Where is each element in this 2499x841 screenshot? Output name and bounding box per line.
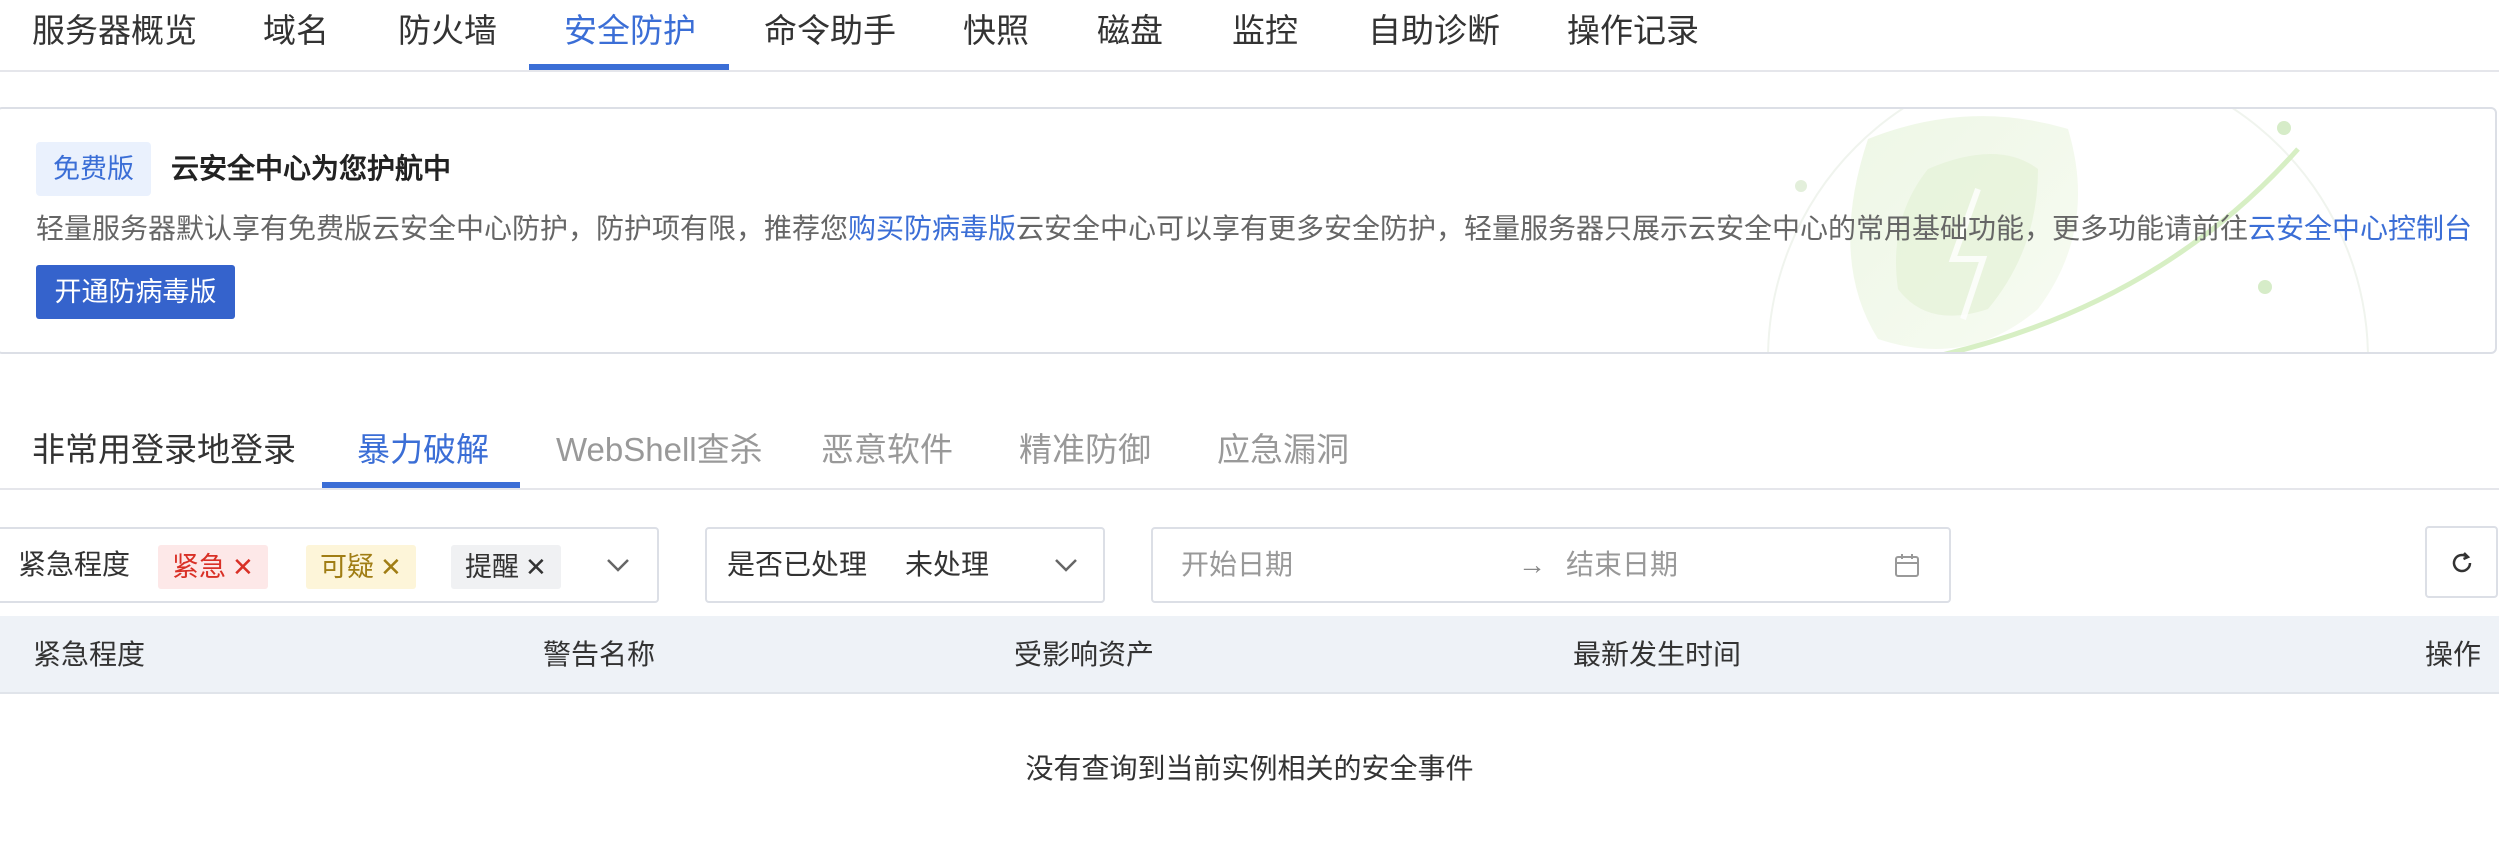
promo-desc-part-1: 轻量服务器默认享有免费版云安全中心防护，防护项有限，推荐您 [36,213,849,244]
sub-tab-brute-force[interactable]: 暴力破解 [357,408,489,488]
tab-disk[interactable]: 磁盘 [1097,0,1163,70]
security-promo-card: 免费版 云安全中心为您护航中 轻量服务器默认享有免费版云安全中心防护，防护项有限… [0,107,2497,354]
tag-suspicious: 可疑 ✕ [306,545,416,589]
tab-self-diagnosis[interactable]: 自助诊断 [1368,0,1500,70]
tag-reminder: 提醒 ✕ [451,545,561,589]
calendar-icon[interactable] [1893,551,1921,579]
close-icon[interactable]: ✕ [232,552,254,582]
security-console-link[interactable]: 云安全中心控制台 [2248,213,2472,244]
column-header-alert-name: 警告名称 [543,639,656,670]
security-sub-tabs: 非常用登录地登录 暴力破解 WebShell查杀 恶意软件 精准防御 应急漏洞 [0,408,2499,490]
column-header-urgency: 紧急程度 [33,639,146,670]
end-date-input[interactable]: 结束日期 [1566,529,1678,601]
date-range-picker[interactable]: 开始日期 → 结束日期 [1151,527,1951,603]
tag-reminder-label: 提醒 [465,552,519,582]
sub-tab-webshell[interactable]: WebShell查杀 [556,408,763,488]
tab-command-assistant[interactable]: 命令助手 [764,0,896,70]
top-tabs: 服务器概览 域名 防火墙 安全防护 命令助手 快照 磁盘 监控 自助诊断 操作记… [0,0,2499,72]
enable-antivirus-button[interactable]: 开通防病毒版 [36,265,235,319]
tab-snapshot[interactable]: 快照 [963,0,1029,70]
tag-urgent-label: 紧急 [172,552,226,582]
column-header-actions: 操作 [2425,639,2482,670]
promo-description: 轻量服务器默认享有免费版云安全中心防护，防护项有限，推荐您购买防病毒版云安全中心… [36,204,2472,254]
events-table-header: 紧急程度 警告名称 受影响资产 最新发生时间 操作 [0,616,2499,694]
active-sub-tab-indicator [322,482,520,488]
processed-filter-label: 是否已处理 [727,549,868,580]
chevron-down-icon[interactable] [604,551,632,579]
tab-server-overview[interactable]: 服务器概览 [32,0,197,70]
promo-title: 云安全中心为您护航中 [171,153,452,184]
close-icon[interactable]: ✕ [380,552,402,582]
buy-antivirus-link[interactable]: 购买防病毒版 [848,213,1016,244]
refresh-icon [2452,552,2472,573]
tab-monitor[interactable]: 监控 [1232,0,1298,70]
processed-filter-select[interactable]: 是否已处理 未处理 [705,527,1105,603]
refresh-button[interactable] [2425,526,2498,598]
tab-domain[interactable]: 域名 [263,0,329,70]
promo-desc-part-2: 云安全中心可以享有更多安全防护，轻量服务器只展示云安全中心的常用基础功能，更多功… [1016,213,2249,244]
processed-filter-value: 未处理 [905,549,990,580]
chevron-down-icon[interactable] [1052,551,1080,579]
urgency-filter-select[interactable]: 紧急程度 紧急 ✕ 可疑 ✕ 提醒 ✕ [0,527,659,603]
date-range-arrow: → [1518,549,1546,580]
active-tab-indicator [529,64,729,70]
sub-tab-unusual-login[interactable]: 非常用登录地登录 [32,408,296,488]
sub-tab-precise-defense[interactable]: 精准防御 [1019,408,1151,488]
tag-suspicious-label: 可疑 [320,552,374,582]
column-header-affected-asset: 受影响资产 [1014,639,1155,670]
urgency-filter-label: 紧急程度 [18,549,131,580]
sub-tab-emergency-vuln[interactable]: 应急漏洞 [1217,408,1349,488]
sub-tab-malware[interactable]: 恶意软件 [821,408,953,488]
tab-firewall[interactable]: 防火墙 [398,0,497,70]
close-icon[interactable]: ✕ [525,552,547,582]
tab-operation-log[interactable]: 操作记录 [1567,0,1699,70]
free-edition-badge: 免费版 [36,142,151,196]
tab-security[interactable]: 安全防护 [564,0,696,70]
start-date-input[interactable]: 开始日期 [1181,529,1293,601]
column-header-latest-time: 最新发生时间 [1573,639,1742,670]
empty-state-message: 没有查询到当前实例相关的安全事件 [1025,753,1474,784]
tag-urgent: 紧急 ✕ [158,545,268,589]
